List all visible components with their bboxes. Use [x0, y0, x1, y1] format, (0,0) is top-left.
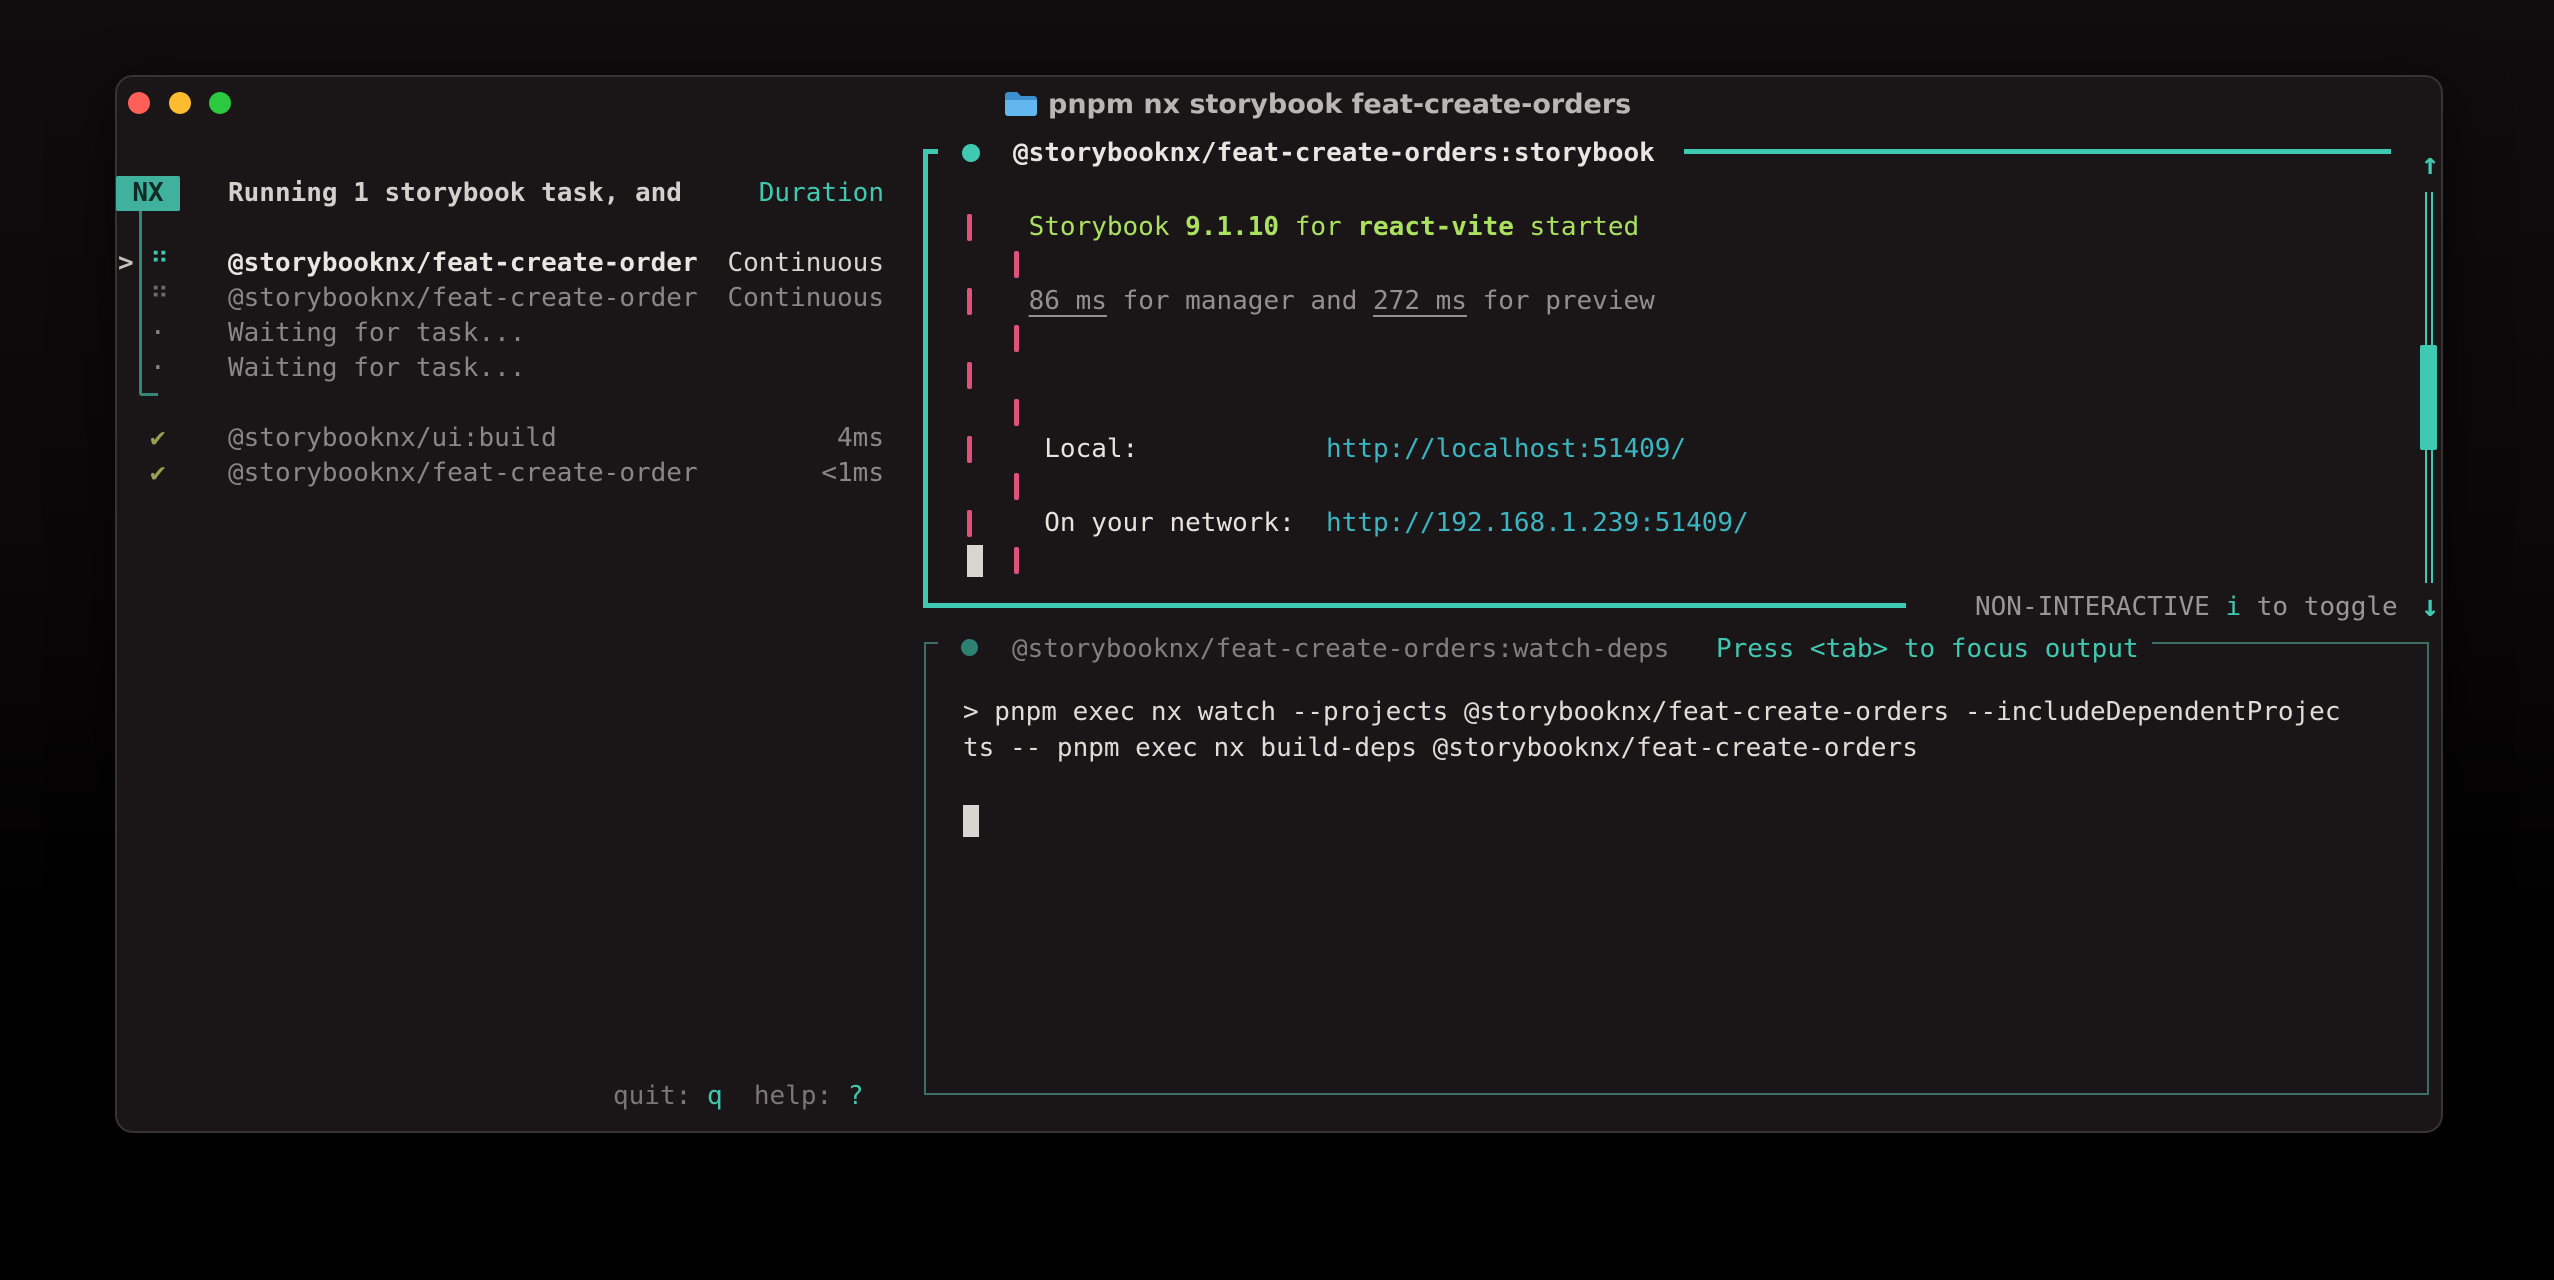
text-segment: Local:	[966, 434, 1138, 464]
terminal-cursor	[963, 805, 979, 837]
storybook-output-line: 86 ms for manager and 272 ms for preview	[966, 283, 2426, 320]
text-segment	[1138, 434, 1326, 464]
quit-label: quit:	[613, 1081, 691, 1111]
pink-pipe-bar	[967, 214, 972, 241]
task-row: · Waiting for task...	[115, 316, 905, 351]
storybook-task-status-dot	[962, 144, 980, 162]
task-name: @storybooknx/feat-create-order	[228, 456, 698, 491]
text-segment	[1295, 508, 1326, 538]
text-segment: 86 ms	[1029, 286, 1107, 316]
storybook-panel-title: @storybooknx/feat-create-orders:storyboo…	[1013, 135, 1655, 171]
task-name: Waiting for task...	[228, 351, 525, 386]
task-row: > ⠛ @storybooknx/feat-create-order Continuo…	[115, 246, 905, 281]
toggle-key: i	[2225, 592, 2241, 622]
storybook-output-line	[966, 542, 2426, 579]
local-url-link[interactable]: http://localhost:51409/	[1326, 434, 1686, 464]
help-key: ?	[848, 1081, 864, 1111]
storybook-output-line: Local: http://localhost:51409/	[966, 431, 2426, 468]
task-duration: Continuous	[727, 281, 884, 316]
task-name: @storybooknx/feat-create-order	[228, 281, 698, 316]
task-duration: 4ms	[837, 421, 884, 456]
watch-panel-title: @storybooknx/feat-create-orders:watch-de…	[1012, 631, 1669, 667]
spinner-icon: ⠛	[150, 246, 169, 281]
noninteractive-footer: NON-INTERACTIVE i to toggle	[1975, 589, 2398, 626]
task-name: @storybooknx/ui:build	[228, 421, 557, 456]
task-duration: Continuous	[727, 246, 884, 281]
storybook-output-line	[966, 468, 2426, 505]
task-row: ✔ @storybooknx/feat-create-order <1ms	[115, 456, 905, 491]
watch-command-line: ts -- pnpm exec nx build-deps @storybook…	[963, 730, 2423, 766]
quit-key: q	[707, 1081, 723, 1111]
watch-command-line: > pnpm exec nx watch --projects @storybo…	[963, 694, 2423, 730]
scrollbar-down-arrow-icon[interactable]: ↓	[2413, 589, 2447, 625]
keyboard-hints-footer: quit: q help: ?	[613, 1079, 864, 1114]
text-segment: 272 ms	[1373, 286, 1467, 316]
pink-pipe-bar	[967, 362, 972, 389]
task-row: ✔ @storybooknx/ui:build 4ms	[115, 421, 905, 456]
text-segment	[966, 286, 1029, 316]
text-segment: for manager and	[1107, 286, 1373, 316]
terminal-screen: pnpm nx storybook feat-create-orders NX …	[0, 0, 2554, 1280]
check-icon: ✔	[150, 421, 166, 456]
pink-pipe-bar	[1014, 399, 1019, 426]
selected-task-caret: >	[118, 246, 134, 281]
text-segment: On your network:	[966, 508, 1295, 538]
text-segment: react-vite	[1357, 212, 1514, 242]
watch-panel-bottom-border	[924, 1093, 2429, 1095]
storybook-panel-left-border	[923, 149, 928, 607]
waiting-dot-icon: ·	[150, 351, 166, 386]
task-duration: <1ms	[821, 456, 884, 491]
storybook-panel-top-stub	[923, 149, 938, 154]
text-segment: for	[1279, 212, 1357, 242]
folder-icon	[1003, 89, 1039, 126]
storybook-output-line	[966, 246, 2426, 283]
waiting-dot-icon: ·	[150, 316, 166, 351]
focus-output-hint: Press <tab> to focus output	[1716, 631, 2139, 667]
watch-panel-top-border	[2152, 642, 2429, 644]
watch-panel-top-stub	[924, 642, 938, 644]
pink-pipe-bar	[1014, 473, 1019, 500]
scrollbar-thumb[interactable]	[2420, 345, 2437, 450]
task-name: @storybooknx/feat-create-order	[228, 246, 698, 281]
scrollbar-up-arrow-icon[interactable]: ↑	[2413, 147, 2447, 183]
task-row: ⠛ @storybooknx/feat-create-order Continuou…	[115, 281, 905, 316]
storybook-panel-bottom-border	[923, 603, 1906, 608]
toggle-suffix: to toggle	[2257, 592, 2398, 622]
terminal-cursor	[967, 545, 983, 577]
storybook-output-line	[966, 320, 2426, 357]
noninteractive-label: NON-INTERACTIVE	[1975, 592, 2210, 622]
pink-pipe-bar	[1014, 325, 1019, 352]
watch-task-status-dot	[961, 639, 978, 656]
watch-panel-left-border	[924, 642, 926, 1095]
text-segment: 9.1.10	[1185, 212, 1279, 242]
task-row: · Waiting for task...	[115, 351, 905, 386]
help-label: help:	[754, 1081, 832, 1111]
check-icon: ✔	[150, 456, 166, 491]
pink-pipe-bar	[1014, 547, 1019, 574]
pink-pipe-bar	[967, 436, 972, 463]
text-segment: Storybook	[966, 212, 1185, 242]
task-name: Waiting for task...	[228, 316, 525, 351]
text-segment: for preview	[1467, 286, 1655, 316]
storybook-panel-top-border	[1684, 149, 2391, 154]
storybook-output-line: On your network: http://192.168.1.239:51…	[966, 505, 2426, 542]
watch-panel-right-border	[2427, 642, 2429, 1095]
spinner-icon: ⠛	[150, 281, 169, 316]
window-title: pnpm nx storybook feat-create-orders	[1048, 88, 1631, 122]
storybook-output-line	[966, 357, 2426, 394]
pink-pipe-bar	[1014, 251, 1019, 278]
text-segment: started	[1514, 212, 1639, 242]
storybook-output-line: Storybook 9.1.10 for react-vite started	[966, 209, 2426, 246]
network-url-link[interactable]: http://192.168.1.239:51409/	[1326, 508, 1749, 538]
storybook-output-line	[966, 394, 2426, 431]
pink-pipe-bar	[967, 510, 972, 537]
pink-pipe-bar	[967, 288, 972, 315]
